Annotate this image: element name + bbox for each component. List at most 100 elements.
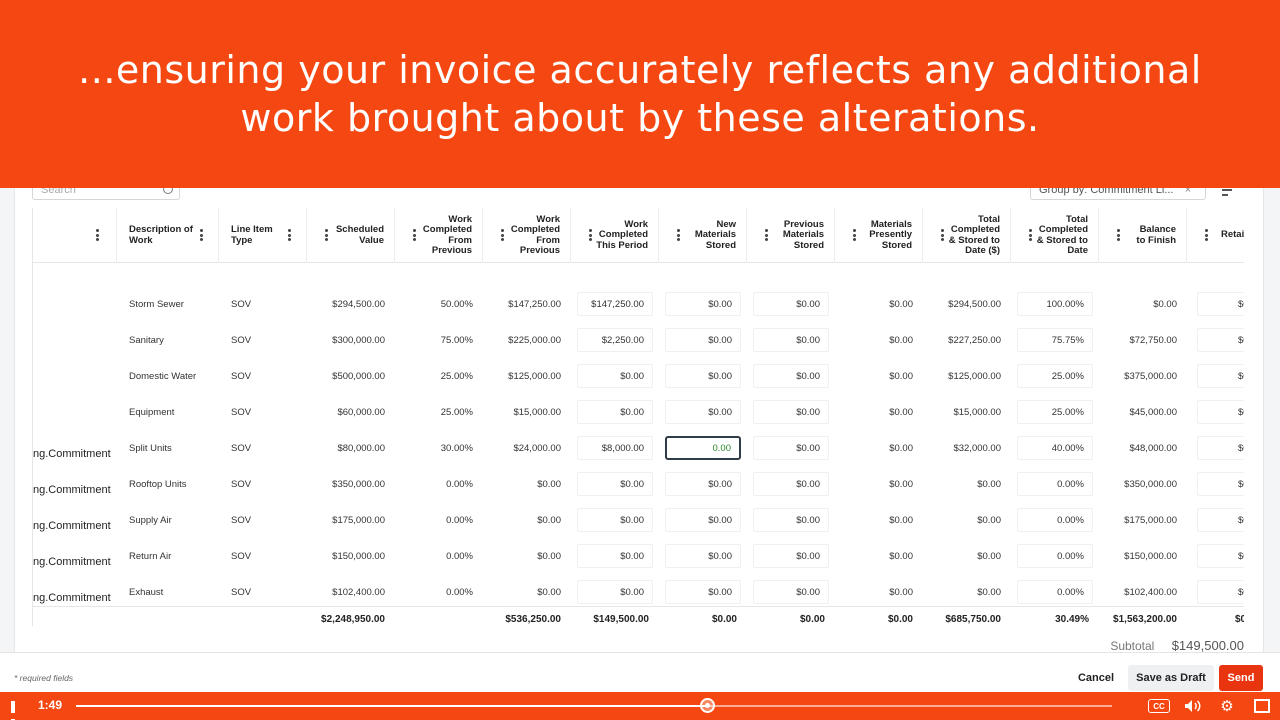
column-menu-icon[interactable]: [413, 229, 417, 241]
total-this-period: $149,500.00: [593, 613, 649, 625]
header-type[interactable]: Line Item Type: [219, 208, 307, 263]
header-presently-stored[interactable]: Materials Presently Stored: [835, 208, 923, 263]
desc-cell: Return Air: [129, 550, 172, 562]
this-period-input[interactable]: $147,250.00: [577, 292, 653, 316]
header-new-materials[interactable]: New Materials Stored: [659, 208, 747, 263]
cancel-button[interactable]: Cancel: [1068, 665, 1124, 691]
prev-mat-input[interactable]: $0.00: [753, 400, 829, 424]
present-cell: $0.00: [889, 478, 913, 490]
progress-knob[interactable]: [699, 698, 715, 713]
total-cell: $32,000.00: [953, 442, 1001, 454]
header-total-to-date[interactable]: Total Completed & Stored to Date ($): [923, 208, 1011, 263]
column-menu-icon[interactable]: [1117, 229, 1121, 241]
save-as-draft-button[interactable]: Save as Draft: [1128, 665, 1214, 691]
total-pct-input[interactable]: 25.00%: [1017, 364, 1093, 388]
retain-input[interactable]: $0: [1197, 364, 1244, 388]
column-menu-icon[interactable]: [765, 229, 769, 241]
fullscreen-icon[interactable]: [1254, 699, 1270, 713]
total-pct-input[interactable]: 100.00%: [1017, 292, 1093, 316]
this-period-input[interactable]: $0.00: [577, 544, 653, 568]
prev-pct-cell: 0.00%: [446, 586, 473, 598]
retain-input[interactable]: $0: [1197, 508, 1244, 532]
total-balance: $1,563,200.00: [1113, 613, 1177, 625]
form-footer: * required fields Cancel Save as Draft S…: [0, 652, 1280, 692]
column-menu-icon[interactable]: [677, 229, 681, 241]
column-menu-icon[interactable]: [96, 229, 100, 241]
this-period-input[interactable]: $0.00: [577, 580, 653, 604]
column-menu-icon[interactable]: [288, 229, 292, 241]
total-pct-input[interactable]: 0.00%: [1017, 508, 1093, 532]
balance-cell: $45,000.00: [1129, 406, 1177, 418]
retain-input[interactable]: $0: [1197, 580, 1244, 604]
scheduled-cell: $500,000.00: [332, 370, 385, 382]
retain-input[interactable]: $0: [1197, 328, 1244, 352]
this-period-input[interactable]: $2,250.00: [577, 328, 653, 352]
column-menu-icon[interactable]: [589, 229, 593, 241]
new-mat-input[interactable]: $0.00: [665, 580, 741, 604]
column-menu-icon[interactable]: [1205, 229, 1209, 241]
this-period-input[interactable]: $8,000.00: [577, 436, 653, 460]
this-period-input[interactable]: $0.00: [577, 364, 653, 388]
pause-icon[interactable]: [11, 700, 23, 720]
captions-icon[interactable]: CC: [1148, 699, 1170, 713]
send-button[interactable]: Send: [1219, 665, 1263, 691]
column-menu-icon[interactable]: [200, 229, 204, 241]
total-pct-input[interactable]: 0.00%: [1017, 544, 1093, 568]
total-pct-input[interactable]: 25.00%: [1017, 400, 1093, 424]
prev-mat-input[interactable]: $0.00: [753, 364, 829, 388]
total-pct-input[interactable]: 75.75%: [1017, 328, 1093, 352]
prev-mat-input[interactable]: $0.00: [753, 544, 829, 568]
prev-mat-input[interactable]: $0.00: [753, 580, 829, 604]
new-mat-input[interactable]: $0.00: [665, 364, 741, 388]
new-mat-input[interactable]: $0.00: [665, 508, 741, 532]
group-commitment-label: ng.Commitment: [33, 556, 111, 568]
retain-input[interactable]: $0: [1197, 292, 1244, 316]
prev-mat-input[interactable]: $0.00: [753, 292, 829, 316]
column-menu-icon[interactable]: [853, 229, 857, 241]
new-mat-input[interactable]: $0.00: [665, 544, 741, 568]
this-period-input[interactable]: $0.00: [577, 472, 653, 496]
header-prev-pct[interactable]: Work Completed From Previous: [395, 208, 483, 263]
header-prev-amt[interactable]: Work Completed From Previous: [483, 208, 571, 263]
column-menu-icon[interactable]: [1029, 229, 1033, 241]
desc-cell: Exhaust: [129, 586, 164, 598]
this-period-input[interactable]: $0.00: [577, 400, 653, 424]
header-description[interactable]: Description of Work: [117, 208, 219, 263]
progress-track[interactable]: [76, 705, 1112, 707]
header-balance[interactable]: Balance to Finish: [1099, 208, 1187, 263]
prev-pct-cell: 25.00%: [440, 370, 473, 382]
column-menu-icon[interactable]: [941, 229, 945, 241]
new-mat-input[interactable]: $0.00: [665, 292, 741, 316]
subtotal-value: $149,500.00: [1171, 638, 1244, 653]
total-pct-input[interactable]: 0.00%: [1017, 580, 1093, 604]
prev-mat-input[interactable]: $0.00: [753, 508, 829, 532]
prev-mat-input[interactable]: $0.00: [753, 328, 829, 352]
header-total-pct[interactable]: Total Completed & Stored to Date: [1011, 208, 1099, 263]
new-mat-input[interactable]: $0.00: [665, 472, 741, 496]
prev-mat-input[interactable]: $0.00: [753, 472, 829, 496]
volume-icon[interactable]: [1184, 697, 1202, 715]
retain-input[interactable]: $0: [1197, 400, 1244, 424]
settings-gear-icon[interactable]: ⚙: [1218, 697, 1236, 715]
header-this-period[interactable]: Work Completed This Period: [571, 208, 659, 263]
column-menu-icon[interactable]: [325, 229, 329, 241]
new-materials-input-focused[interactable]: 0.00: [665, 436, 741, 460]
total-pct-input[interactable]: 40.00%: [1017, 436, 1093, 460]
new-mat-input[interactable]: $0.00: [665, 328, 741, 352]
prev-mat-input[interactable]: $0.00: [753, 436, 829, 460]
total-retainage: $0: [1235, 613, 1244, 625]
column-menu-icon[interactable]: [501, 229, 505, 241]
subtotal: Subtotal $149,500.00: [1110, 638, 1244, 653]
new-mat-input[interactable]: $0.00: [665, 400, 741, 424]
retain-input[interactable]: $0: [1197, 436, 1244, 460]
header-retainage[interactable]: Retain Relea: [1187, 208, 1244, 263]
header-prev-materials[interactable]: Previous Materials Stored: [747, 208, 835, 263]
header-scheduled[interactable]: Scheduled Value: [307, 208, 395, 263]
present-cell: $0.00: [889, 586, 913, 598]
desc-cell: Storm Sewer: [129, 298, 184, 310]
retain-input[interactable]: $0: [1197, 472, 1244, 496]
retain-input[interactable]: $0: [1197, 544, 1244, 568]
total-pct-input[interactable]: 0.00%: [1017, 472, 1093, 496]
this-period-input[interactable]: $0.00: [577, 508, 653, 532]
present-cell: $0.00: [889, 406, 913, 418]
